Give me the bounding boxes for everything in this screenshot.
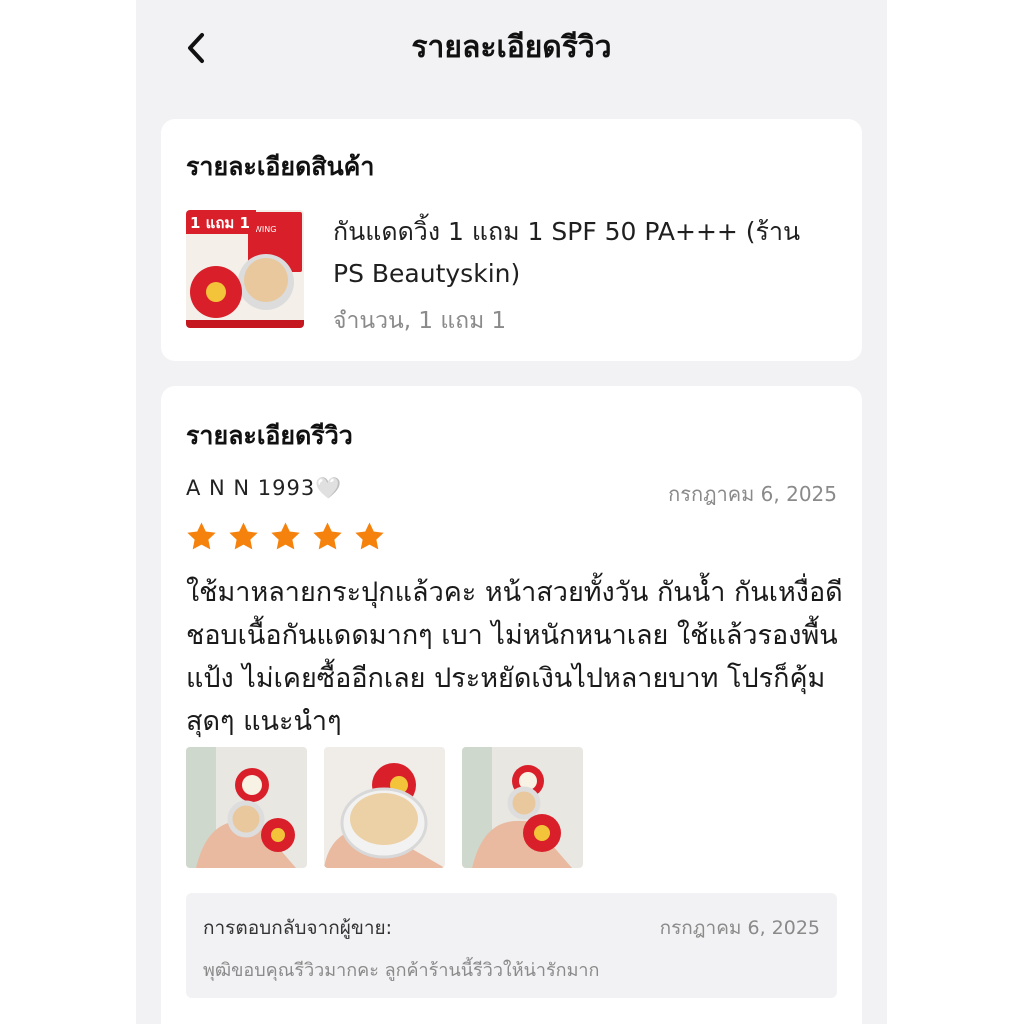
star-icon — [271, 522, 300, 550]
product-variant: จำนวน, 1 แถม 1 — [333, 308, 507, 334]
seller-reply-label: การตอบกลับจากผู้ขาย: — [203, 917, 393, 939]
product-image: WING 1 แถม 1 — [186, 210, 304, 328]
review-photo[interactable] — [462, 747, 583, 868]
review-detail-screen: รายละเอียดรีวิว รายละเอียดสินค้า WING 1 … — [136, 0, 887, 1024]
review-photo[interactable] — [324, 747, 445, 868]
star-icon — [187, 522, 216, 550]
seller-reply-text: พุฒิขอบคุณรีวิวมากคะ ลูกค้าร้านนี้รีวิวใ… — [203, 960, 600, 981]
star-rating — [185, 520, 386, 553]
thumb-banner-text: 1 แถม 1 — [190, 214, 250, 232]
thumb-brand-text: WING — [254, 225, 276, 234]
review-section-title: รายละเอียดรีวิว — [186, 421, 353, 450]
seller-reply: การตอบกลับจากผู้ขาย: กรกฎาคม 6, 2025 พุฒ… — [186, 893, 837, 998]
product-section-title: รายละเอียดสินค้า — [186, 152, 375, 181]
page-title: รายละเอียดรีวิว — [411, 30, 612, 65]
review-date: กรกฎาคม 6, 2025 — [668, 482, 837, 506]
star-icon — [229, 522, 258, 550]
product-thumbnail[interactable]: WING 1 แถม 1 — [186, 210, 304, 328]
product-name[interactable]: กันแดดวิ้ง 1 แถม 1 SPF 50 PA+++ (ร้าน PS… — [333, 211, 833, 295]
review-photos — [186, 747, 583, 868]
reviewer-name: A N N 1993🤍 — [186, 476, 343, 500]
header-bar: รายละเอียดรีวิว — [136, 0, 887, 98]
review-card: รายละเอียดรีวิว A N N 1993🤍 กรกฎาคม 6, 2… — [161, 386, 862, 1024]
seller-reply-date: กรกฎาคม 6, 2025 — [659, 917, 820, 939]
product-card: รายละเอียดสินค้า WING 1 แถม 1 กันแดดวิ้ง… — [161, 119, 862, 361]
review-photo[interactable] — [186, 747, 307, 868]
star-icon — [313, 522, 342, 550]
review-text: ใช้มาหลายกระปุกแล้วคะ หน้าสวยทั้งวัน กัน… — [186, 577, 843, 737]
star-icon — [355, 522, 384, 550]
